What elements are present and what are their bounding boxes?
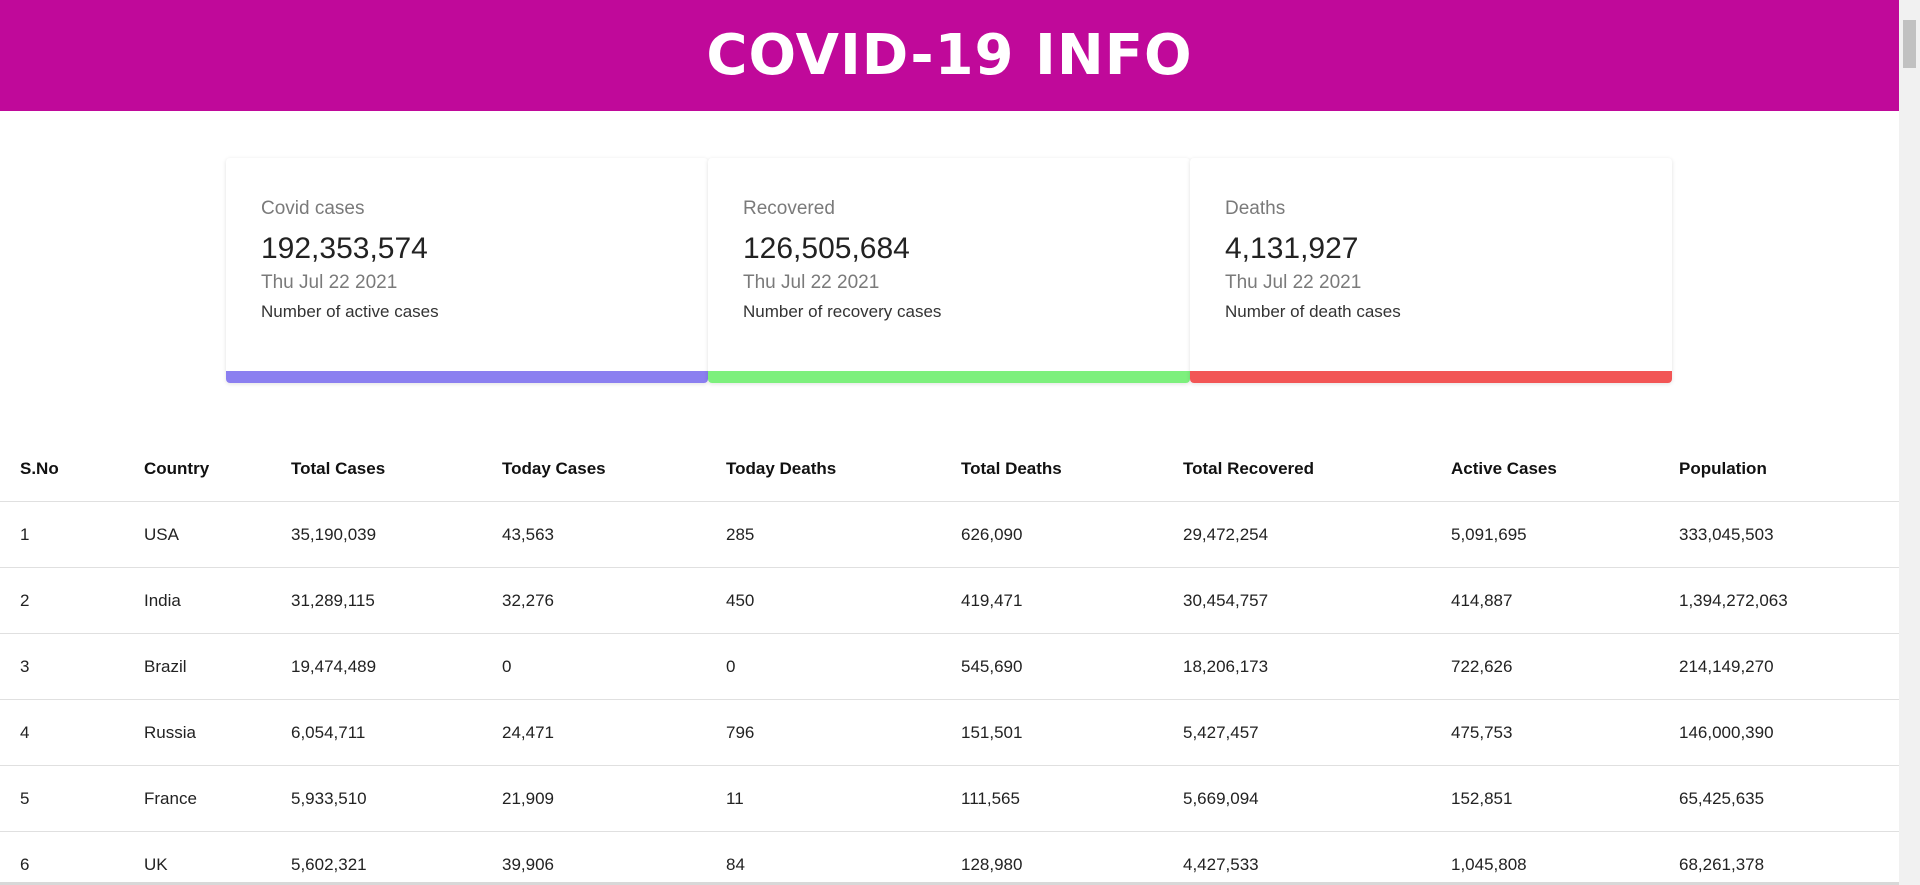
page-title: COVID-19 INFO (706, 23, 1193, 88)
table-cell: 0 (482, 633, 706, 700)
scrollbar-thumb[interactable] (1903, 20, 1916, 68)
column-header: Total Deaths (941, 437, 1163, 502)
table-cell: 722,626 (1431, 633, 1659, 700)
table-cell: France (124, 765, 271, 832)
column-header: Today Deaths (706, 437, 941, 502)
table-cell: 128,980 (941, 831, 1163, 885)
table-cell: 31,289,115 (271, 567, 482, 634)
card-date: Thu Jul 22 2021 (261, 272, 398, 293)
table-cell: 19,474,489 (271, 633, 482, 700)
table-cell: 5,669,094 (1163, 765, 1431, 832)
card-title: Covid cases (261, 198, 365, 219)
table-cell: 151,501 (941, 699, 1163, 766)
card-description: Number of active cases (261, 302, 439, 321)
table-cell: 414,887 (1431, 567, 1659, 634)
table-cell: 4,427,533 (1163, 831, 1431, 885)
table-row: 6 UK 5,602,321 39,906 84 128,980 4,427,533 1,04… (0, 831, 1899, 885)
column-header: Total Recovered (1163, 437, 1431, 502)
card-description: Number of death cases (1225, 302, 1401, 321)
card-date: Thu Jul 22 2021 (1225, 272, 1362, 293)
column-header: Active Cases (1431, 437, 1659, 502)
table-cell: 11 (706, 765, 941, 832)
table-cell: 545,690 (941, 633, 1163, 700)
card-description: Number of recovery cases (743, 302, 942, 321)
card-value: 192,353,574 (261, 232, 428, 265)
table-cell: 1 (0, 501, 124, 568)
table-cell: 796 (706, 699, 941, 766)
table-cell: 39,906 (482, 831, 706, 885)
column-header: Population (1659, 437, 1899, 502)
table-cell: 5,091,695 (1431, 501, 1659, 568)
table-cell: 1,394,272,063 (1659, 567, 1899, 634)
table-cell: 214,149,270 (1659, 633, 1899, 700)
deaths-card: Deaths 4,131,927 Thu Jul 22 2021 Number … (1190, 158, 1672, 383)
table-row: 1 USA 35,190,039 43,563 285 626,090 29,472,254… (0, 501, 1899, 568)
table-cell: 65,425,635 (1659, 765, 1899, 832)
column-header: Total Cases (271, 437, 482, 502)
table-cell: 35,190,039 (271, 501, 482, 568)
recovered-color-bar (708, 371, 1190, 383)
table-cell: 32,276 (482, 567, 706, 634)
table-cell: 24,471 (482, 699, 706, 766)
table-cell: 5 (0, 765, 124, 832)
deaths-color-bar (1190, 371, 1672, 383)
table-cell: 146,000,390 (1659, 699, 1899, 766)
country-table: S.No Country Total Cases Today Cases Tod… (0, 437, 1899, 885)
page: COVID-19 INFO Covid cases 192,353,574 Th… (0, 0, 1899, 885)
table-row: 4 Russia 6,054,711 24,471 796 151,501 5,427,45… (0, 699, 1899, 766)
table-cell: 3 (0, 633, 124, 700)
table-cell: 419,471 (941, 567, 1163, 634)
table-cell: 6,054,711 (271, 699, 482, 766)
table-cell: 5,933,510 (271, 765, 482, 832)
table-cell: 0 (706, 633, 941, 700)
card-title: Deaths (1225, 198, 1286, 219)
vertical-scrollbar[interactable] (1899, 0, 1920, 885)
table-cell: 43,563 (482, 501, 706, 568)
table-cell: UK (124, 831, 271, 885)
table-cell: 2 (0, 567, 124, 634)
summary-cards: Covid cases 192,353,574 Thu Jul 22 2021 … (226, 158, 1672, 383)
table-cell: 333,045,503 (1659, 501, 1899, 568)
column-header: Today Cases (482, 437, 706, 502)
card-value: 126,505,684 (743, 232, 910, 265)
table-header-row: S.No Country Total Cases Today Cases Tod… (0, 437, 1899, 502)
table-cell: India (124, 567, 271, 634)
table-cell: 152,851 (1431, 765, 1659, 832)
card-value: 4,131,927 (1225, 232, 1359, 265)
table-cell: 285 (706, 501, 941, 568)
table-cell: 4 (0, 699, 124, 766)
table-cell: 68,261,378 (1659, 831, 1899, 885)
table-cell: 5,602,321 (271, 831, 482, 885)
table-cell: 626,090 (941, 501, 1163, 568)
table-cell: USA (124, 501, 271, 568)
table-cell: 5,427,457 (1163, 699, 1431, 766)
table-row: 3 Brazil 19,474,489 0 0 545,690 18,206,173 722,… (0, 633, 1899, 700)
table-cell: 30,454,757 (1163, 567, 1431, 634)
column-header: S.No (0, 437, 124, 502)
table-row: 2 India 31,289,115 32,276 450 419,471 30,454,7… (0, 567, 1899, 634)
card-title: Recovered (743, 198, 835, 219)
table-cell: 450 (706, 567, 941, 634)
cases-card: Covid cases 192,353,574 Thu Jul 22 2021 … (226, 158, 708, 383)
table-row: 5 France 5,933,510 21,909 11 111,565 5,669,094… (0, 765, 1899, 832)
table-cell: 21,909 (482, 765, 706, 832)
table-cell: 475,753 (1431, 699, 1659, 766)
table-cell: Russia (124, 699, 271, 766)
cases-color-bar (226, 371, 708, 383)
table-cell: 6 (0, 831, 124, 885)
table-cell: 111,565 (941, 765, 1163, 832)
card-date: Thu Jul 22 2021 (743, 272, 880, 293)
table-cell: Brazil (124, 633, 271, 700)
table-cell: 84 (706, 831, 941, 885)
recovered-card: Recovered 126,505,684 Thu Jul 22 2021 Nu… (708, 158, 1190, 383)
table-cell: 29,472,254 (1163, 501, 1431, 568)
table-cell: 1,045,808 (1431, 831, 1659, 885)
header-banner: COVID-19 INFO (0, 0, 1899, 111)
table-cell: 18,206,173 (1163, 633, 1431, 700)
column-header: Country (124, 437, 271, 502)
